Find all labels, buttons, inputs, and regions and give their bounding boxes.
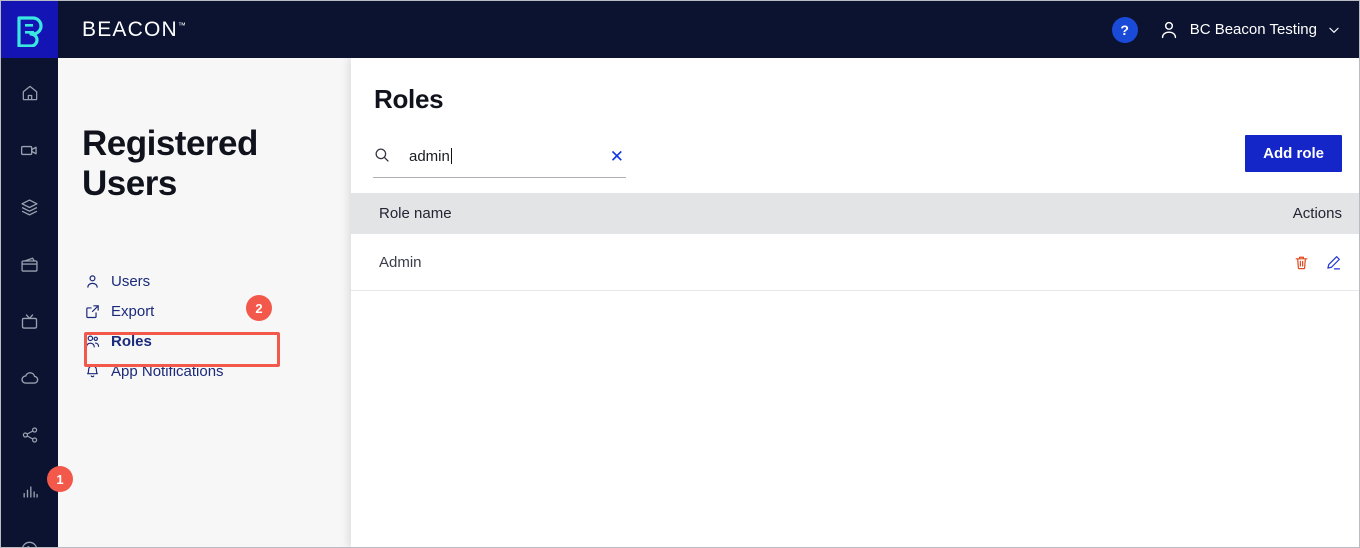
bar-chart-icon bbox=[23, 486, 38, 498]
users-group-icon bbox=[85, 335, 100, 347]
step-badge-1: 1 bbox=[47, 466, 73, 492]
column-header-role-name: Role name bbox=[379, 205, 452, 222]
top-header: BEACON™ ? BC Beacon Testing bbox=[1, 1, 1359, 58]
search-icon bbox=[373, 146, 391, 173]
row-action-buttons bbox=[1293, 254, 1342, 271]
section-nav: Users Export Roles App Notifications bbox=[82, 266, 342, 386]
chevron-down-icon bbox=[1329, 27, 1339, 33]
roles-title: Roles bbox=[374, 84, 444, 114]
person-icon bbox=[87, 274, 98, 288]
sidebar-item-label: Roles bbox=[111, 332, 152, 350]
text-cursor bbox=[450, 148, 452, 164]
brand-name: BEACON bbox=[82, 17, 178, 41]
rail-item-play[interactable] bbox=[1, 529, 58, 547]
external-link-icon bbox=[86, 304, 99, 318]
rail-item-cloud[interactable] bbox=[1, 358, 58, 398]
person-icon bbox=[1161, 21, 1176, 38]
roles-panel: Roles admin ✕ Add role Role name Actions… bbox=[351, 58, 1359, 547]
search-input[interactable]: admin bbox=[409, 148, 610, 171]
video-camera-icon bbox=[20, 145, 37, 155]
trademark-symbol: ™ bbox=[177, 20, 186, 30]
home-icon bbox=[22, 85, 37, 101]
user-name: BC Beacon Testing bbox=[1189, 21, 1317, 38]
role-name-cell: Admin bbox=[379, 253, 422, 271]
roles-table-header: Role name Actions bbox=[351, 193, 1359, 234]
layers-icon bbox=[21, 198, 38, 216]
rail-item-layers[interactable] bbox=[1, 187, 58, 227]
clear-search-button[interactable]: ✕ bbox=[610, 148, 626, 171]
app-logo[interactable] bbox=[1, 1, 58, 58]
step-badge-2: 2 bbox=[246, 295, 272, 321]
help-button[interactable]: ? bbox=[1111, 16, 1138, 43]
tv-icon bbox=[21, 313, 38, 329]
search-field[interactable]: admin ✕ bbox=[373, 142, 626, 178]
header-actions: ? BC Beacon Testing bbox=[1111, 16, 1359, 43]
sidebar-item-label: App Notifications bbox=[111, 362, 224, 380]
user-menu[interactable]: BC Beacon Testing bbox=[1152, 19, 1341, 41]
sidebar-item-roles[interactable]: Roles bbox=[82, 326, 342, 356]
app-window: BEACON™ ? BC Beacon Testing Registered U… bbox=[0, 0, 1360, 548]
rail-item-share[interactable] bbox=[1, 415, 58, 455]
trash-icon bbox=[1295, 256, 1308, 269]
beacon-b-logo-icon bbox=[16, 15, 43, 47]
sidebar-item-export[interactable]: Export bbox=[82, 296, 342, 326]
rail-item-tv[interactable] bbox=[1, 301, 58, 341]
page-title: Registered Users bbox=[82, 124, 258, 204]
play-circle-icon bbox=[21, 541, 38, 547]
brand-title: BEACON™ bbox=[82, 18, 186, 42]
rail-item-wallet[interactable] bbox=[1, 244, 58, 284]
column-header-actions: Actions bbox=[1292, 205, 1342, 222]
search-value: admin bbox=[409, 148, 450, 165]
bell-icon bbox=[87, 364, 98, 377]
cloud-icon bbox=[20, 372, 38, 384]
wallet-icon bbox=[21, 257, 38, 272]
rail-item-home[interactable] bbox=[1, 73, 58, 113]
share-icon bbox=[22, 427, 37, 443]
add-role-button[interactable]: Add role bbox=[1245, 135, 1342, 172]
edit-role-button[interactable] bbox=[1325, 254, 1342, 271]
icon-rail: 1 bbox=[1, 58, 73, 547]
sidebar-item-label: Export bbox=[111, 302, 155, 320]
pencil-icon bbox=[1327, 255, 1341, 269]
table-row[interactable]: Admin bbox=[351, 234, 1359, 291]
sidebar-item-label: Users bbox=[111, 272, 151, 290]
sidebar-item-app-notifications[interactable]: App Notifications bbox=[82, 356, 342, 386]
delete-role-button[interactable] bbox=[1293, 254, 1310, 271]
sidebar-item-users[interactable]: Users bbox=[82, 266, 342, 296]
rail-item-video[interactable] bbox=[1, 130, 58, 170]
